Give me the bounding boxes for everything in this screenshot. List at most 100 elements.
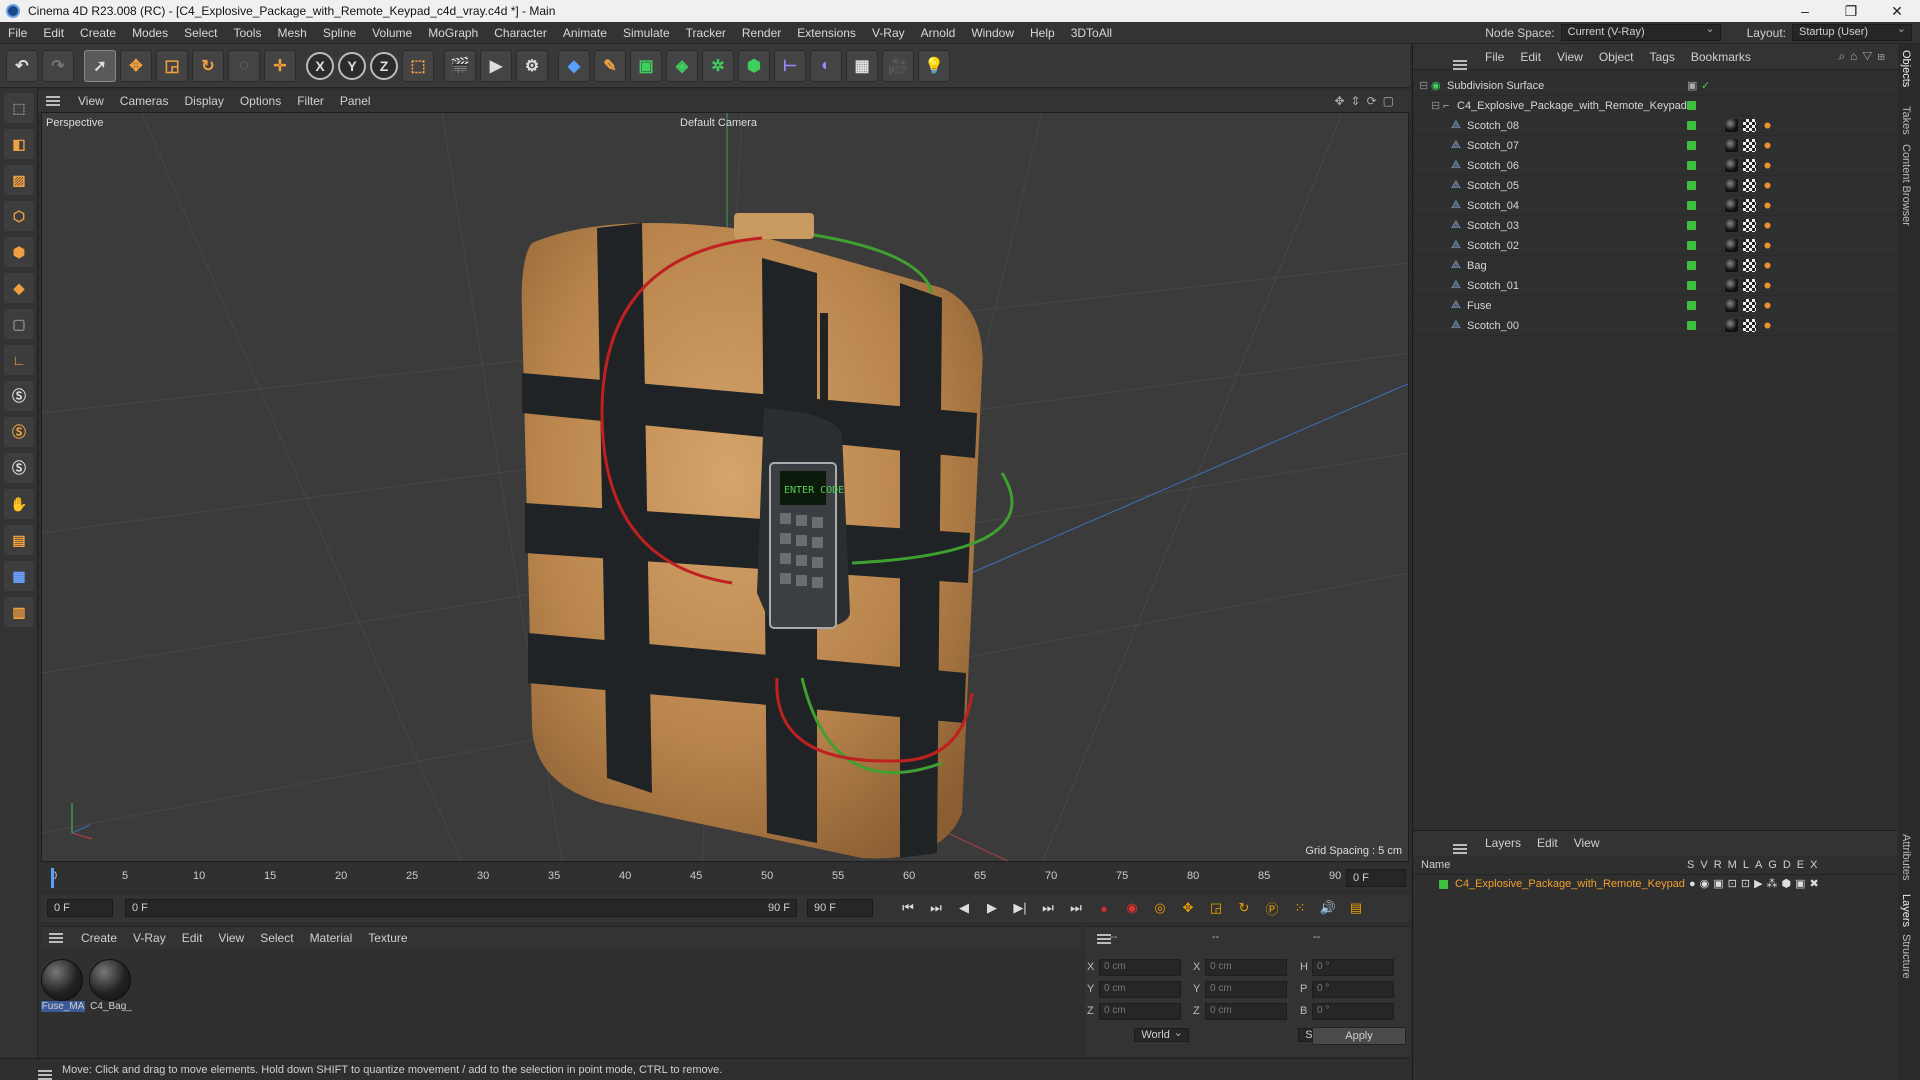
material-tag-icon[interactable] [1725, 139, 1738, 152]
make-editable-icon[interactable]: ⬚ [4, 93, 34, 123]
next-key-icon[interactable]: ⏭ [1037, 897, 1059, 919]
extrude-generator-icon[interactable]: ◈ [666, 49, 698, 82]
key-position-icon[interactable]: ✥ [1177, 897, 1199, 919]
object-row[interactable]: ⟁ Scotch_05 [1413, 176, 1897, 196]
layer-menu-layers[interactable]: Layers [1477, 836, 1529, 850]
points-mode-icon[interactable]: ⬡ [4, 201, 34, 231]
layer-color-swatch[interactable] [1439, 880, 1448, 889]
uvw-tag-icon[interactable] [1743, 299, 1756, 312]
z-axis-lock-button[interactable]: Z [370, 51, 398, 80]
field-icon[interactable]: ◐ [810, 49, 842, 82]
model-mode-icon[interactable]: ◧ [4, 129, 34, 159]
layer-color-swatch[interactable] [1687, 221, 1696, 230]
autokey-icon[interactable]: ◉ [1121, 897, 1143, 919]
motion-system-icon[interactable]: 🔊 [1317, 897, 1339, 919]
recent-tools-icon[interactable]: ◌ [228, 49, 260, 82]
timeline-ruler[interactable]: 0 5 10 15 20 25 30 35 40 45 50 55 60 65 70 75 80 85 90 0 F [41, 864, 1409, 892]
spline-pen-icon[interactable]: ✎ [594, 49, 626, 82]
tweak-mode-icon[interactable]: ✋ [4, 489, 34, 519]
menu-volume[interactable]: Volume [364, 26, 420, 40]
layer-menu-view[interactable]: View [1566, 836, 1608, 850]
timeline-playhead[interactable] [51, 868, 54, 888]
layer-color-swatch[interactable] [1687, 141, 1696, 150]
locked-workplane-icon[interactable]: ▦ [4, 561, 34, 591]
menu-character[interactable]: Character [486, 26, 555, 40]
transform-tool-icon[interactable]: ✛ [264, 49, 296, 82]
menu-extensions[interactable]: Extensions [789, 26, 864, 40]
phong-tag-icon[interactable] [1761, 279, 1774, 292]
layer-color-swatch[interactable] [1687, 261, 1696, 270]
cloner-icon[interactable]: ✲ [702, 49, 734, 82]
material-tag-icon[interactable] [1725, 179, 1738, 192]
previous-key-icon[interactable]: ⏭ [925, 897, 947, 919]
layer-color-swatch[interactable] [1687, 301, 1696, 310]
layer-color-swatch[interactable] [1687, 201, 1696, 210]
material-swatch[interactable]: Fuse_MA [41, 959, 85, 1012]
edges-mode-icon[interactable]: ⬢ [4, 237, 34, 267]
key-parameter-icon[interactable]: Ⓟ [1261, 897, 1283, 919]
pos-y-field[interactable]: 0 cm [1099, 981, 1181, 998]
menu-file[interactable]: File [0, 26, 35, 40]
light-icon[interactable]: 💡 [918, 49, 950, 82]
menu-vray[interactable]: V-Ray [864, 26, 913, 40]
uvw-tag-icon[interactable] [1743, 319, 1756, 332]
pos-x-field[interactable]: 0 cm [1099, 959, 1181, 976]
start-frame-field[interactable]: 0 F [47, 899, 113, 917]
tab-takes[interactable]: Takes [1900, 106, 1912, 135]
menu-create[interactable]: Create [72, 26, 124, 40]
object-menu-object[interactable]: Object [1591, 50, 1642, 64]
material-menu-texture[interactable]: Texture [360, 931, 415, 945]
material-menu-material[interactable]: Material [302, 931, 361, 945]
menu-tracker[interactable]: Tracker [678, 26, 734, 40]
apply-button[interactable]: Apply [1312, 1027, 1406, 1045]
axis-mode-icon[interactable]: ∟ [4, 345, 34, 375]
size-z-field[interactable]: 0 cm [1205, 1003, 1287, 1020]
menu-arnold[interactable]: Arnold [913, 26, 964, 40]
viewport-menu-display[interactable]: Display [176, 94, 231, 108]
menu-animate[interactable]: Animate [555, 26, 615, 40]
menu-spline[interactable]: Spline [315, 26, 364, 40]
phong-tag-icon[interactable] [1761, 319, 1774, 332]
viewport-menu-view[interactable]: View [70, 94, 112, 108]
object-row[interactable]: ⟁ Scotch_08 [1413, 116, 1897, 136]
object-manager-search-icons[interactable]: ⌕⌂▽⊞ [1838, 49, 1890, 64]
material-menu-select[interactable]: Select [252, 931, 301, 945]
coordinate-system-icon[interactable]: ⬚ [402, 49, 434, 82]
rot-b-field[interactable]: 0 ° [1312, 1003, 1394, 1020]
rotate-tool-icon[interactable]: ↻ [192, 49, 224, 82]
layer-color-swatch[interactable] [1687, 281, 1696, 290]
layout-select[interactable]: Startup (User) [1792, 22, 1912, 41]
minimize-icon[interactable]: – [1782, 3, 1828, 20]
uvw-tag-icon[interactable] [1743, 239, 1756, 252]
menu-mesh[interactable]: Mesh [269, 26, 314, 40]
material-tag-icon[interactable] [1725, 259, 1738, 272]
redo-icon[interactable]: ↷ [42, 49, 74, 82]
explosive-package-model[interactable]: ENTER CODE [521, 213, 1014, 859]
menu-help[interactable]: Help [1022, 26, 1063, 40]
uvw-tag-icon[interactable] [1743, 179, 1756, 192]
object-row[interactable]: ⟁ Scotch_06 [1413, 156, 1897, 176]
object-row[interactable]: ⟁ Fuse [1413, 296, 1897, 316]
material-menu-edit[interactable]: Edit [174, 931, 211, 945]
record-icon[interactable]: ● [1093, 897, 1115, 919]
object-row[interactable]: ⟁ Scotch_03 [1413, 216, 1897, 236]
viewport-nav-icons[interactable]: ✥⇕⟳▢ [1334, 94, 1400, 108]
viewport-menu-filter[interactable]: Filter [289, 94, 332, 108]
object-row[interactable]: ⟁ Scotch_02 [1413, 236, 1897, 256]
layer-color-swatch[interactable] [1687, 101, 1696, 110]
polygons-mode-icon[interactable]: ◆ [4, 273, 34, 303]
uvw-tag-icon[interactable] [1743, 119, 1756, 132]
object-menu-bookmarks[interactable]: Bookmarks [1683, 50, 1759, 64]
y-axis-lock-button[interactable]: Y [338, 51, 366, 80]
mograph-icon[interactable]: ⬢ [738, 49, 770, 82]
material-menu-create[interactable]: Create [73, 931, 125, 945]
close-icon[interactable]: ✕ [1874, 3, 1920, 20]
phong-tag-icon[interactable] [1761, 119, 1774, 132]
snap-icon[interactable]: Ⓢ [4, 381, 34, 411]
object-row[interactable]: ⟁ Bag [1413, 256, 1897, 276]
object-menu-view[interactable]: View [1549, 50, 1591, 64]
uv-mode-icon[interactable]: ▢ [4, 309, 34, 339]
coordinates-menu-icon[interactable] [1097, 934, 1111, 944]
menu-window[interactable]: Window [963, 26, 1022, 40]
object-row[interactable]: ⟁ Scotch_00 [1413, 316, 1897, 336]
